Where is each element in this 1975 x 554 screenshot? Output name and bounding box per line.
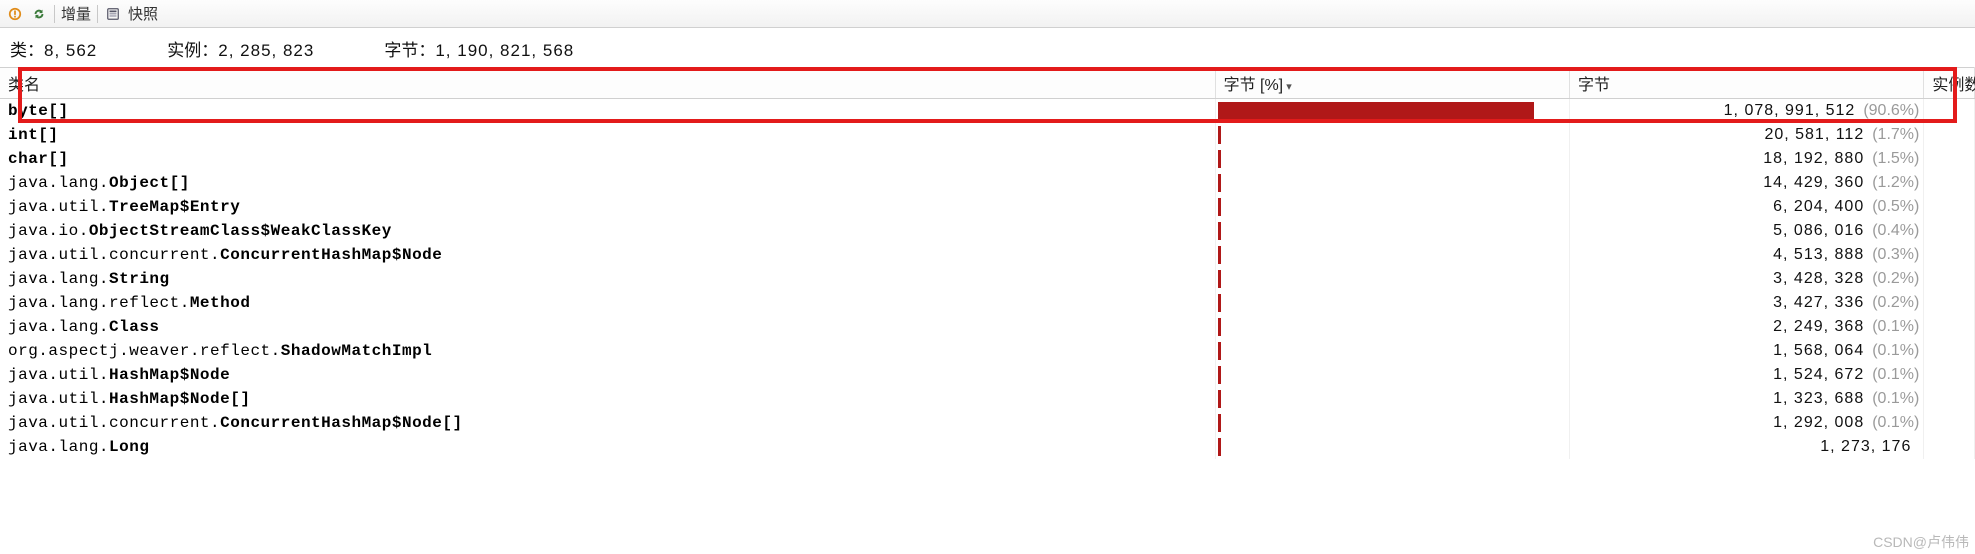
class-name-cell: java.lang.reflect.Method bbox=[0, 291, 1215, 315]
instances-cell bbox=[1924, 363, 1975, 387]
toolbar-separator bbox=[97, 5, 98, 23]
bytes-cell: 14, 429, 360(1.2%) bbox=[1569, 171, 1923, 195]
bytes-cell: 1, 292, 008(0.1%) bbox=[1569, 411, 1923, 435]
bytes-cell: 3, 427, 336(0.2%) bbox=[1569, 291, 1923, 315]
col-header-instances[interactable]: 实例数 bbox=[1924, 68, 1975, 99]
toolbar-separator bbox=[54, 5, 55, 23]
bytes-cell: 1, 273, 176 bbox=[1569, 435, 1923, 459]
pct-bar-cell bbox=[1215, 291, 1569, 315]
instances-cell bbox=[1924, 243, 1975, 267]
pct-bar-cell bbox=[1215, 411, 1569, 435]
instances-cell bbox=[1924, 219, 1975, 243]
col-header-name[interactable]: 类名 bbox=[0, 68, 1215, 99]
bytes-cell: 1, 568, 064(0.1%) bbox=[1569, 339, 1923, 363]
col-header-bytes[interactable]: 字节 bbox=[1569, 68, 1923, 99]
snapshot-icon[interactable] bbox=[104, 5, 122, 23]
class-name-cell: java.lang.Long bbox=[0, 435, 1215, 459]
classes-table: 类名 字节 [%] 字节 实例数 byte[] 1, 078, 991, 512(… bbox=[0, 67, 1975, 459]
pct-bar-cell bbox=[1215, 243, 1569, 267]
pct-bar-cell bbox=[1215, 435, 1569, 459]
snapshot-label[interactable]: 快照 bbox=[128, 3, 158, 24]
table-row[interactable]: int[] 20, 581, 112(1.7%) bbox=[0, 123, 1975, 147]
table-row[interactable]: org.aspectj.weaver.reflect.ShadowMatchIm… bbox=[0, 339, 1975, 363]
pct-bar-cell bbox=[1215, 171, 1569, 195]
instances-cell bbox=[1924, 291, 1975, 315]
pct-bar-cell bbox=[1215, 387, 1569, 411]
pct-bar-cell bbox=[1215, 363, 1569, 387]
classes-value: 8, 562 bbox=[44, 41, 97, 60]
table-row[interactable]: java.util.concurrent.ConcurrentHashMap$N… bbox=[0, 243, 1975, 267]
instances-cell bbox=[1924, 411, 1975, 435]
instances-value: 2, 285, 823 bbox=[218, 41, 314, 60]
bytes-cell: 2, 249, 368(0.1%) bbox=[1569, 315, 1923, 339]
pct-bar-cell bbox=[1215, 195, 1569, 219]
pct-bar-cell bbox=[1215, 99, 1569, 123]
bytes-value: 1, 190, 821, 568 bbox=[435, 41, 574, 60]
incremental-label[interactable]: 增量 bbox=[61, 3, 91, 24]
bytes-cell: 20, 581, 112(1.7%) bbox=[1569, 123, 1923, 147]
instances-cell bbox=[1924, 339, 1975, 363]
class-name-cell: java.lang.Class bbox=[0, 315, 1215, 339]
col-header-pct[interactable]: 字节 [%] bbox=[1215, 68, 1569, 99]
class-name-cell: byte[] bbox=[0, 99, 1215, 123]
table-row[interactable]: java.util.HashMap$Node 1, 524, 672(0.1%) bbox=[0, 363, 1975, 387]
table-row[interactable]: java.lang.reflect.Method 3, 427, 336(0.2%… bbox=[0, 291, 1975, 315]
refresh-icon[interactable] bbox=[30, 5, 48, 23]
bytes-cell: 4, 513, 888(0.3%) bbox=[1569, 243, 1923, 267]
bytes-cell: 6, 204, 400(0.5%) bbox=[1569, 195, 1923, 219]
classes-label: 类： bbox=[10, 41, 44, 60]
pct-bar-cell bbox=[1215, 123, 1569, 147]
instances-cell bbox=[1924, 123, 1975, 147]
class-name-cell: java.util.concurrent.ConcurrentHashMap$N… bbox=[0, 411, 1215, 435]
class-name-cell: java.lang.String bbox=[0, 267, 1215, 291]
pct-bar-cell bbox=[1215, 339, 1569, 363]
class-name-cell: java.io.ObjectStreamClass$WeakClassKey bbox=[0, 219, 1215, 243]
class-name-cell: java.lang.Object[] bbox=[0, 171, 1215, 195]
table-row[interactable]: java.io.ObjectStreamClass$WeakClassKey 5,… bbox=[0, 219, 1975, 243]
instances-cell bbox=[1924, 99, 1975, 123]
table-row[interactable]: java.util.HashMap$Node[] 1, 323, 688(0.1%… bbox=[0, 387, 1975, 411]
instances-cell bbox=[1924, 195, 1975, 219]
bytes-cell: 1, 323, 688(0.1%) bbox=[1569, 387, 1923, 411]
pct-bar-cell bbox=[1215, 267, 1569, 291]
table-row[interactable]: char[] 18, 192, 880(1.5%) bbox=[0, 147, 1975, 171]
class-name-cell: java.util.HashMap$Node[] bbox=[0, 387, 1215, 411]
table-row[interactable]: java.lang.Object[] 14, 429, 360(1.2%) bbox=[0, 171, 1975, 195]
instances-cell bbox=[1924, 435, 1975, 459]
instances-cell bbox=[1924, 387, 1975, 411]
class-name-cell: java.util.TreeMap$Entry bbox=[0, 195, 1215, 219]
bytes-cell: 1, 078, 991, 512(90.6%) bbox=[1569, 99, 1923, 123]
table-header-row: 类名 字节 [%] 字节 实例数 bbox=[0, 68, 1975, 99]
table-row[interactable]: java.util.concurrent.ConcurrentHashMap$N… bbox=[0, 411, 1975, 435]
bytes-cell: 18, 192, 880(1.5%) bbox=[1569, 147, 1923, 171]
class-name-cell: org.aspectj.weaver.reflect.ShadowMatchIm… bbox=[0, 339, 1215, 363]
class-name-cell: int[] bbox=[0, 123, 1215, 147]
table-row[interactable]: java.util.TreeMap$Entry 6, 204, 400(0.5%) bbox=[0, 195, 1975, 219]
class-name-cell: java.util.concurrent.ConcurrentHashMap$N… bbox=[0, 243, 1215, 267]
bytes-cell: 5, 086, 016(0.4%) bbox=[1569, 219, 1923, 243]
table-row[interactable]: byte[] 1, 078, 991, 512(90.6%) bbox=[0, 99, 1975, 123]
bytes-label: 字节： bbox=[384, 41, 435, 60]
pct-bar-cell bbox=[1215, 315, 1569, 339]
pct-bar-cell bbox=[1215, 147, 1569, 171]
table-row[interactable]: java.lang.Long 1, 273, 176 bbox=[0, 435, 1975, 459]
instances-cell bbox=[1924, 267, 1975, 291]
instances-cell bbox=[1924, 147, 1975, 171]
pct-bar-cell bbox=[1215, 219, 1569, 243]
watermark: CSDN@卢伟伟 bbox=[1873, 532, 1969, 552]
table-row[interactable]: java.lang.Class 2, 249, 368(0.1%) bbox=[0, 315, 1975, 339]
bytes-cell: 3, 428, 328(0.2%) bbox=[1569, 267, 1923, 291]
class-name-cell: java.util.HashMap$Node bbox=[0, 363, 1215, 387]
class-name-cell: char[] bbox=[0, 147, 1215, 171]
bytes-cell: 1, 524, 672(0.1%) bbox=[1569, 363, 1923, 387]
summary-bar: 类：8, 562 实例：2, 285, 823 字节：1, 190, 821, … bbox=[0, 28, 1975, 67]
instances-cell bbox=[1924, 315, 1975, 339]
warning-icon[interactable] bbox=[6, 5, 24, 23]
instances-cell bbox=[1924, 171, 1975, 195]
instances-label: 实例： bbox=[167, 41, 218, 60]
table-row[interactable]: java.lang.String 3, 428, 328(0.2%) bbox=[0, 267, 1975, 291]
toolbar: 增量 快照 bbox=[0, 0, 1975, 28]
